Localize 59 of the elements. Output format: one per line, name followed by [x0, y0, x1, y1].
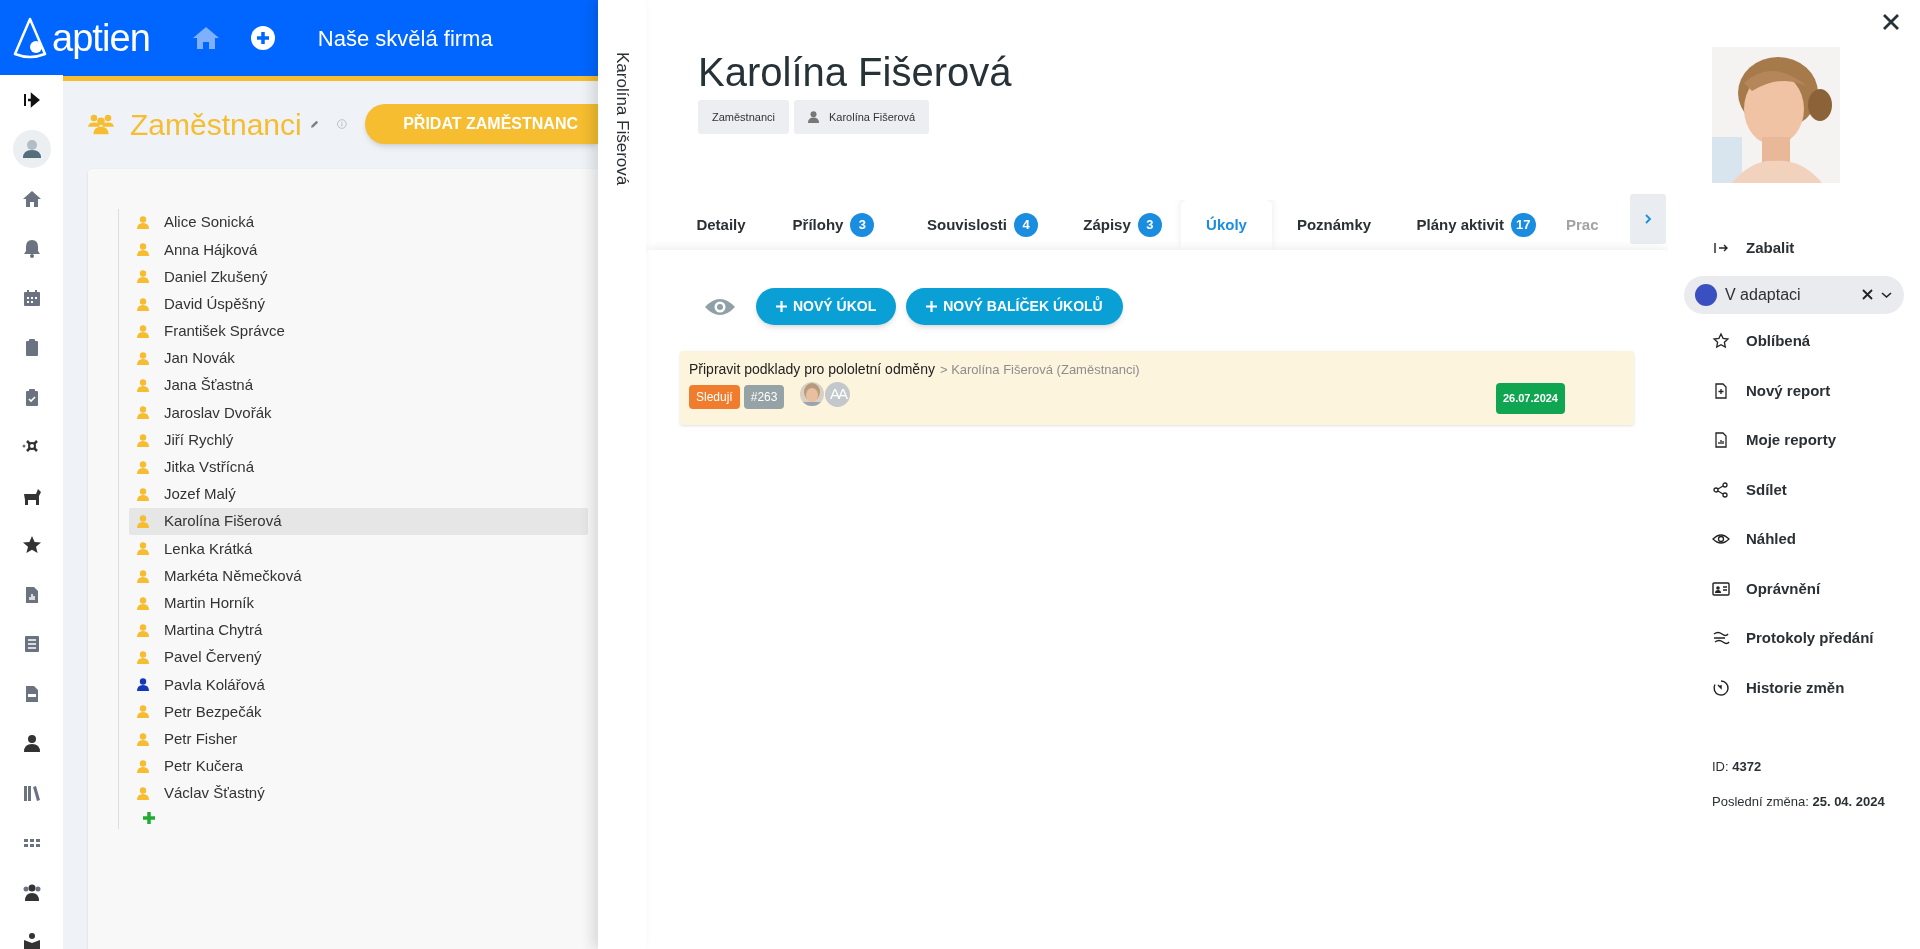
- employee-item[interactable]: Jana Šťastná: [129, 372, 588, 400]
- employee-item[interactable]: Pavel Červený: [129, 644, 588, 672]
- sidebar-action[interactable]: Moje reporty: [1668, 415, 1920, 465]
- sidebar-action[interactable]: Protokoly předání: [1668, 613, 1920, 663]
- sidebar-action[interactable]: Oblíbená: [1668, 316, 1920, 366]
- sidebar-action[interactable]: Oprávnění: [1668, 564, 1920, 614]
- employee-item[interactable]: Karolína Fišerová: [129, 508, 588, 536]
- sidebar-action[interactable]: Sdílet: [1668, 465, 1920, 515]
- employee-item[interactable]: Václav Šťastný: [129, 779, 588, 808]
- employee-item[interactable]: Jiří Rychlý: [129, 426, 588, 454]
- count-badge: 3: [850, 213, 875, 237]
- sidebar-action[interactable]: Historie změn: [1668, 663, 1920, 713]
- tab[interactable]: Souvislosti 4: [901, 200, 1064, 250]
- sidebar-action[interactable]: Nový report: [1668, 366, 1920, 416]
- task-title[interactable]: Připravit podklady pro pololetní odměny: [689, 359, 935, 380]
- record-title: Karolína Fišerová: [698, 49, 1013, 96]
- tab[interactable]: Poznámky: [1272, 200, 1396, 250]
- due-date: 26.07.2024: [1495, 383, 1565, 414]
- count-badge: 4: [1014, 213, 1038, 237]
- employee-item[interactable]: Markéta Němečková: [129, 562, 588, 590]
- assignee-avatar: AA: [825, 381, 851, 407]
- employee-item[interactable]: Martin Horník: [129, 589, 588, 617]
- company-name[interactable]: Naše skvělá firma: [317, 21, 493, 55]
- breadcrumb[interactable]: Zaměstnanci: [698, 100, 789, 134]
- breadcrumb[interactable]: Karolína Fišerová: [794, 100, 930, 134]
- count-badge: 3: [1137, 213, 1162, 237]
- record-id: ID: 4372: [1712, 757, 1763, 776]
- employee-item[interactable]: Jan Novák: [129, 344, 588, 373]
- task-row[interactable]: Připravit podklady pro pololetní odměny > Karolína Fišerová (Zaměstnanci) Sledují #263 AA 26.07.2024: [680, 351, 1634, 425]
- status-select[interactable]: V adaptaci: [1684, 275, 1904, 314]
- employee-item[interactable]: Pavla Kolářová: [129, 671, 588, 699]
- employee-item[interactable]: Petr Bezpečák: [129, 698, 588, 726]
- employee-item[interactable]: Petr Fisher: [129, 725, 588, 753]
- task-tag: Sledují: [689, 385, 740, 409]
- employee-item[interactable]: Lenka Krátká: [129, 535, 588, 563]
- tab[interactable]: Plány aktivit 17: [1396, 200, 1556, 250]
- task-tag: #263: [743, 385, 785, 409]
- employee-item[interactable]: Petr Kučera: [129, 752, 588, 780]
- employee-item[interactable]: Jozef Malý: [129, 480, 588, 509]
- task-path: > Karolína Fišerová (Zaměstnanci): [939, 361, 1140, 379]
- tab[interactable]: Úkoly: [1181, 200, 1272, 250]
- employee-item[interactable]: Daniel Zkušený: [129, 263, 588, 291]
- employee-item[interactable]: David Úspěšný: [129, 290, 588, 318]
- drawer-side-title: Karolína Fišerová: [611, 52, 633, 186]
- count-badge: 17: [1511, 213, 1536, 237]
- employee-item[interactable]: Anna Hájková: [129, 236, 588, 264]
- employee-item[interactable]: Alice Sonická: [129, 209, 588, 237]
- employee-item[interactable]: Martina Chytrá: [129, 616, 588, 644]
- tab[interactable]: Zápisy 3: [1064, 200, 1181, 250]
- employee-item[interactable]: Jitka Vstřícná: [129, 453, 588, 481]
- last-change: Poslední změna: 25. 04. 2024: [1712, 793, 1886, 811]
- logo-text: aptien: [52, 19, 150, 57]
- tab[interactable]: Detaily: [676, 200, 766, 250]
- sidebar-action[interactable]: Náhled: [1668, 514, 1920, 564]
- employee-item[interactable]: Jaroslav Dvořák: [129, 399, 588, 427]
- employee-item[interactable]: František Správce: [129, 317, 588, 345]
- page-title: Zaměstnanci: [129, 106, 302, 143]
- sidebar-action[interactable]: Zabalit: [1668, 223, 1920, 273]
- tab[interactable]: Přílohy 3: [766, 200, 901, 250]
